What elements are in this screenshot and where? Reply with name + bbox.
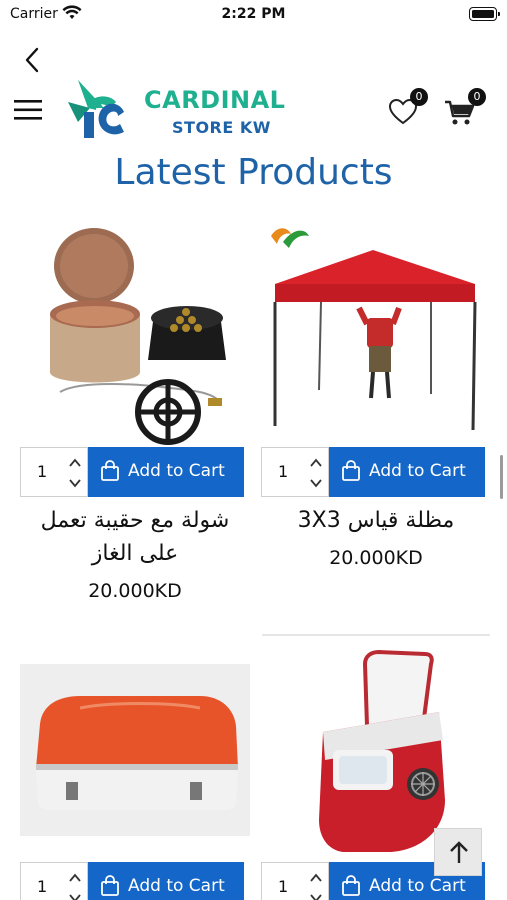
page-title: Latest Products (114, 152, 393, 193)
quantity-stepper[interactable]: 1 (20, 447, 88, 497)
decrement-chevron-icon[interactable] (308, 891, 324, 900)
add-to-cart-label: Add to Cart (369, 876, 466, 896)
add-to-cart-label: Add to Cart (369, 461, 466, 481)
store-logo[interactable]: CARDINAL STORE KW (64, 78, 314, 146)
decrement-chevron-icon[interactable] (67, 476, 83, 490)
wishlist-count-badge: 0 (410, 88, 428, 106)
product-card[interactable]: 1 Add to Cart (20, 664, 250, 900)
quantity-value: 1 (37, 877, 48, 896)
hamburger-menu-icon[interactable] (12, 96, 46, 124)
increment-chevron-icon[interactable] (67, 456, 83, 470)
add-to-cart-button[interactable]: Add to Cart (88, 862, 244, 900)
decrement-chevron-icon[interactable] (67, 891, 83, 900)
add-to-cart-label: Add to Cart (128, 876, 225, 896)
scroll-to-top-button[interactable] (434, 828, 482, 876)
product-card[interactable]: 1 Add to Cart شولة مع حقيبة تعمل على الغ… (20, 220, 250, 620)
status-bar: Carrier 2:22 PM (0, 0, 507, 30)
product-image[interactable] (20, 220, 250, 446)
product-price: 20.000KD (88, 580, 182, 602)
arrow-up-icon (450, 841, 468, 863)
brand-subtitle: STORE KW (172, 118, 271, 137)
clock: 2:22 PM (221, 6, 286, 22)
red-canopy-tent-image (261, 220, 491, 446)
ice-maker-image (261, 640, 491, 860)
increment-chevron-icon[interactable] (308, 871, 324, 885)
quantity-stepper[interactable]: 1 (20, 862, 88, 900)
scroll-indicator (500, 455, 503, 499)
brand-name: CARDINAL (144, 86, 286, 114)
add-to-cart-label: Add to Cart (128, 461, 225, 481)
shopping-bag-icon (101, 875, 119, 896)
add-to-cart-button[interactable]: Add to Cart (88, 447, 244, 497)
increment-chevron-icon[interactable] (67, 871, 83, 885)
quantity-stepper[interactable]: 1 (261, 447, 329, 497)
battery-icon (469, 7, 500, 21)
gas-burner-with-bag-image (20, 220, 250, 446)
cart-count-badge: 0 (468, 88, 486, 106)
decrement-chevron-icon[interactable] (308, 476, 324, 490)
quantity-stepper[interactable]: 1 (261, 862, 329, 900)
shopping-bag-icon (342, 875, 360, 896)
shopping-bag-icon (101, 460, 119, 481)
product-image[interactable] (20, 664, 250, 836)
shopping-bag-icon (342, 460, 360, 481)
increment-chevron-icon[interactable] (308, 456, 324, 470)
add-to-cart-button[interactable]: Add to Cart (329, 447, 485, 497)
wishlist-button[interactable]: 0 (388, 88, 428, 128)
product-name[interactable]: شولة مع حقيبة تعمل على الغاز (20, 504, 250, 570)
product-image[interactable] (261, 640, 491, 860)
product-name[interactable]: مظلة قياس 3X3 (261, 504, 491, 537)
cart-button[interactable]: 0 (444, 88, 486, 128)
product-image[interactable] (261, 220, 491, 446)
quantity-value: 1 (278, 462, 289, 481)
card-divider (262, 634, 490, 636)
cardinal-bird-logo-icon (68, 80, 124, 138)
product-price: 20.000KD (329, 547, 423, 569)
product-card[interactable]: 1 Add to Cart مظلة قياس 3X3 20.000KD (261, 220, 491, 620)
quantity-value: 1 (278, 877, 289, 896)
orange-carry-case-image (20, 664, 250, 836)
back-chevron-icon[interactable] (18, 44, 48, 76)
quantity-value: 1 (37, 462, 48, 481)
